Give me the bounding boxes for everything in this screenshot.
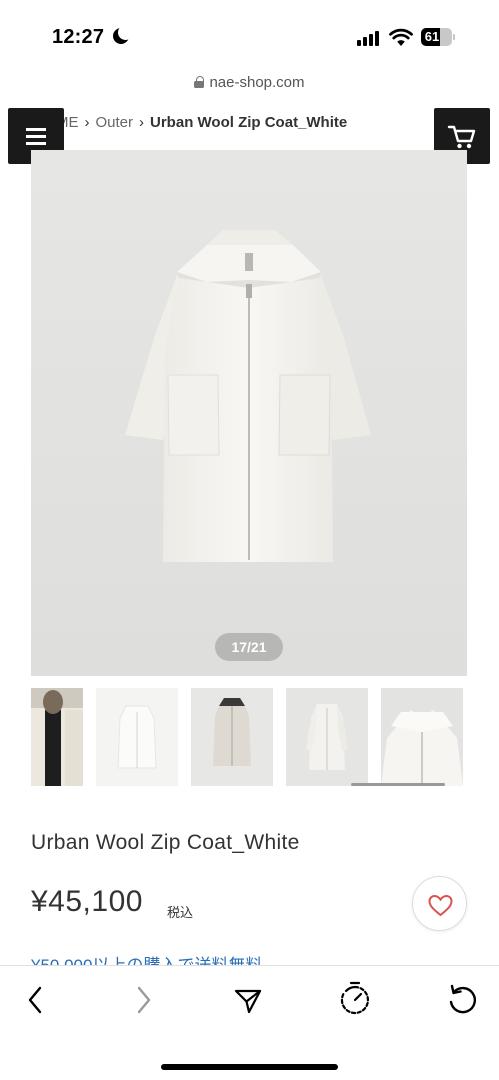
share-button[interactable] (226, 978, 270, 1022)
tax-label: 税込 (167, 905, 194, 920)
thumbnail[interactable] (191, 688, 273, 786)
battery-indicator: 61 (421, 28, 455, 46)
timer-icon (340, 981, 370, 1015)
wifi-icon (389, 28, 413, 46)
thumbnail-strip[interactable] (31, 688, 467, 788)
product-price: ¥45,100 (31, 885, 143, 918)
chevron-right-icon (137, 986, 151, 1014)
breadcrumb-outer[interactable]: Outer (96, 114, 134, 131)
breadcrumb: ME › Outer › Urban Wool Zip Coat_White (56, 114, 347, 131)
thumbnail[interactable] (96, 688, 178, 786)
thumbnail[interactable] (381, 688, 463, 786)
heart-icon (428, 894, 453, 917)
back-button[interactable] (14, 978, 58, 1022)
address-bar[interactable]: nae-shop.com (0, 74, 499, 100)
chevron-right-icon: › (84, 114, 90, 131)
forward-button[interactable] (121, 978, 165, 1022)
chevron-right-icon: › (139, 114, 145, 131)
do-not-disturb-moon-icon (113, 25, 133, 44)
image-counter: 17/21 (215, 633, 283, 661)
url-text: nae-shop.com (209, 74, 305, 91)
chevron-left-icon (28, 986, 42, 1014)
home-indicator[interactable] (161, 1064, 338, 1070)
status-time: 12:27 (52, 26, 105, 48)
hamburger-menu-icon (26, 128, 46, 131)
thumbnail[interactable] (286, 688, 368, 786)
send-icon (234, 989, 262, 1014)
lock-icon (194, 76, 205, 88)
browser-toolbar (0, 965, 499, 1080)
thumbnail[interactable] (31, 688, 83, 786)
cellular-signal-icon (357, 30, 381, 46)
product-main-image[interactable] (31, 150, 467, 676)
breadcrumb-current: Urban Wool Zip Coat_White (150, 114, 348, 131)
coat-image (31, 150, 467, 676)
reload-button[interactable] (440, 978, 484, 1022)
timer-button[interactable] (333, 978, 377, 1022)
thumbnail-scroll-indicator (351, 783, 445, 786)
favorite-button[interactable] (412, 876, 467, 931)
battery-level: 61 (424, 29, 440, 44)
product-title: Urban Wool Zip Coat_White (31, 831, 300, 854)
status-bar: 12:27 61 (0, 0, 499, 70)
reload-icon (449, 984, 477, 1014)
